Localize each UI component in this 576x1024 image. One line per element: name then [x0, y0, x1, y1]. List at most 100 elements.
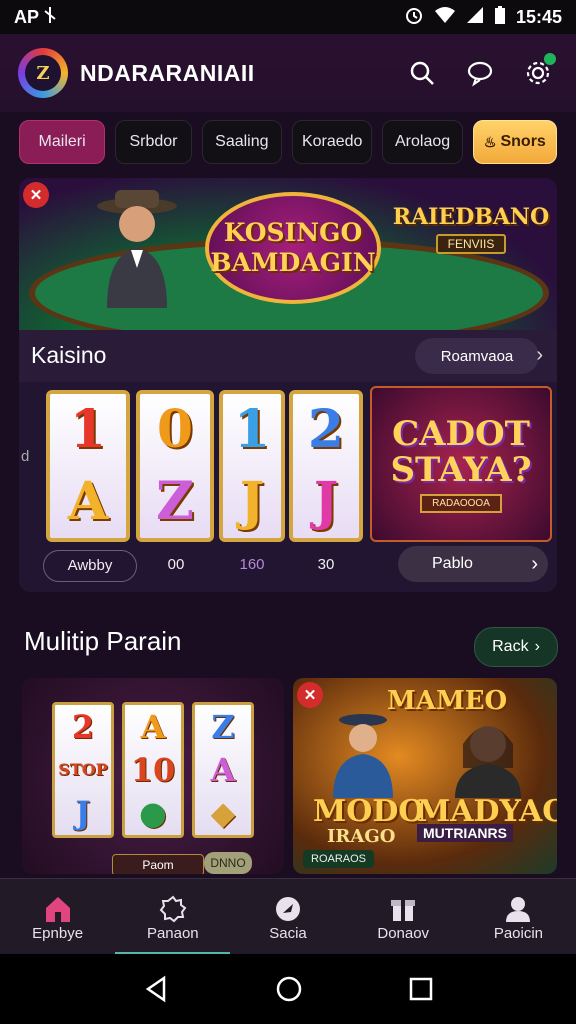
- kasino-section: ✕ KOSINGO BAMDAGIN RAIEDBANO FENVIIS Kai…: [19, 178, 557, 592]
- host-illustration: [455, 726, 521, 798]
- reel-top-symbol: 0: [156, 399, 194, 460]
- mini-reel: Z A ◆: [192, 702, 254, 838]
- tab-maileri[interactable]: Maileri: [19, 120, 106, 164]
- search-button[interactable]: [402, 53, 442, 93]
- gear-icon: [159, 895, 187, 922]
- tab-arolaog[interactable]: Arolaog: [382, 120, 463, 164]
- reel-bottom-symbol: J: [239, 471, 265, 532]
- game-card[interactable]: ✕ MAMEO MODO MADYAO IRAGO MUTRIANRS ROAR…: [293, 678, 557, 874]
- chevron-right-icon: ›: [531, 552, 538, 575]
- wifi-icon: [434, 6, 456, 29]
- card-tag: ROARAOS: [303, 850, 375, 868]
- slot-reel[interactable]: 0 Z: [136, 390, 214, 542]
- app-logo-mark: Z: [25, 55, 61, 91]
- reel-label: 30: [317, 556, 335, 573]
- reel-top-symbol: 1: [233, 399, 271, 460]
- promo-subtitle: RADAOOOA: [420, 493, 502, 513]
- chevron-right-icon: ›: [534, 638, 540, 655]
- app-header: Z NDARARANIAII: [0, 34, 576, 112]
- banner-logo: KOSINGO BAMDAGIN: [205, 192, 381, 304]
- card-line1: MODO: [313, 794, 425, 829]
- chip-icon: [276, 896, 300, 921]
- notification-dot: [544, 53, 556, 65]
- tab-srbdor[interactable]: Srbdor: [115, 120, 192, 164]
- bet-button[interactable]: DNNO: [204, 852, 252, 874]
- reel-label: 160: [239, 556, 265, 573]
- nav-item-donaov[interactable]: Donaov: [346, 879, 461, 955]
- slot-area: 1 A 0 Z 1 J 2 J CADOT STAYA? RADAOOOA Aw…: [19, 382, 557, 592]
- system-nav-bar: [0, 954, 576, 1024]
- nav-item-label: Panaon: [146, 924, 199, 942]
- banner-logo-line1: KOSINGO: [223, 218, 363, 247]
- mini-reel: 2 STOP J: [52, 702, 114, 838]
- tab-saaling[interactable]: Saaling: [201, 120, 283, 164]
- slot-reel[interactable]: 1 A: [46, 390, 130, 542]
- reel-label[interactable]: Awbby: [43, 550, 137, 582]
- slot-reel[interactable]: 2 J: [289, 390, 363, 542]
- mini-reel-symbol: STOP: [58, 759, 108, 779]
- see-more-button[interactable]: Roamvaoa: [415, 338, 539, 374]
- section-title: Mulitip Parain: [24, 626, 182, 656]
- banner-logo-line2: BAMDAGIN: [210, 248, 376, 277]
- card-line3: IRAGO: [327, 826, 396, 847]
- reel-bottom-symbol: A: [67, 471, 109, 532]
- home-icon: [45, 896, 70, 922]
- back-icon[interactable]: [142, 975, 170, 1003]
- nav-item-profile[interactable]: Paoicin: [461, 879, 576, 955]
- category-tabs: Maileri Srbdor Saaling Koraedo Arolaog ♨…: [0, 120, 576, 168]
- status-time: 15:45: [515, 6, 562, 27]
- signal-icon: [466, 6, 484, 29]
- banner-right: RAIEDBANO FENVIIS: [391, 204, 551, 254]
- close-badge-icon[interactable]: ✕: [297, 682, 323, 708]
- mini-reel-symbol: A: [210, 750, 236, 789]
- nav-item-panaon[interactable]: Panaon: [115, 879, 231, 955]
- tab-snors-label: Snors: [500, 133, 546, 150]
- spin-button[interactable]: Paom: [112, 854, 204, 874]
- game-card[interactable]: 2 STOP J A 10 ● Z A ◆ Paom DNNO: [22, 678, 284, 874]
- card-line4: MUTRIANRS: [417, 824, 513, 842]
- mini-reel-symbol: ●: [139, 794, 167, 833]
- tab-snors[interactable]: ♨ Snors: [472, 120, 558, 164]
- promo-line2: STAYA?: [390, 449, 532, 490]
- mini-reel-symbol: Z: [211, 707, 235, 746]
- promo-tile[interactable]: CADOT STAYA? RADAOOOA: [370, 386, 552, 542]
- nav-item-label: Epnbye: [32, 924, 84, 942]
- app-name: NDARARANIAII: [80, 59, 255, 86]
- mini-reel-symbol: 10: [130, 750, 176, 789]
- home-circle-icon[interactable]: [275, 975, 303, 1003]
- gift-icon: [391, 899, 416, 921]
- status-app-label: AP: [14, 6, 40, 27]
- tab-koraedo[interactable]: Koraedo: [292, 120, 373, 164]
- close-badge-icon[interactable]: ✕: [23, 182, 49, 208]
- section-more-button[interactable]: Rack ›: [474, 627, 558, 667]
- nav-item-label: Paoicin: [493, 924, 544, 942]
- fire-icon: ♨: [483, 133, 497, 150]
- promo-line1: CADOT: [392, 413, 530, 454]
- status-bar: AP 15:45: [0, 0, 576, 34]
- mini-reel-symbol: ◆: [210, 794, 236, 833]
- nav-item-sacia[interactable]: Sacia: [230, 879, 345, 955]
- reel-label: 00: [167, 556, 185, 573]
- banner-right-subtitle: FENVIIS: [435, 234, 507, 254]
- nav-item-label: Sacia: [269, 924, 307, 942]
- dealer-illustration: [97, 190, 177, 308]
- reel-bottom-symbol: Z: [156, 471, 194, 532]
- promo-banner[interactable]: ✕ KOSINGO BAMDAGIN RAIEDBANO FENVIIS: [19, 178, 557, 348]
- reel-top-symbol: 1: [69, 399, 107, 460]
- recents-icon[interactable]: [408, 976, 434, 1002]
- side-marker: d: [21, 448, 30, 465]
- play-button-label: Pablo: [432, 555, 473, 572]
- chevron-right-icon[interactable]: ›: [536, 344, 543, 367]
- settings-button[interactable]: [518, 53, 558, 93]
- app-logo[interactable]: Z: [18, 48, 68, 98]
- play-button[interactable]: Pablo ›: [398, 546, 548, 582]
- nav-item-home[interactable]: Epnbye: [0, 879, 115, 955]
- chat-button[interactable]: [460, 53, 500, 93]
- mini-reel-symbol: J: [75, 794, 91, 833]
- battery-icon: [494, 5, 506, 30]
- section-more-label: Rack: [492, 638, 529, 655]
- profile-icon: [506, 896, 531, 922]
- mute-icon: [43, 6, 57, 29]
- kasino-header: Kaisino Roamvaoa ›: [19, 330, 557, 382]
- slot-reel[interactable]: 1 J: [219, 390, 285, 542]
